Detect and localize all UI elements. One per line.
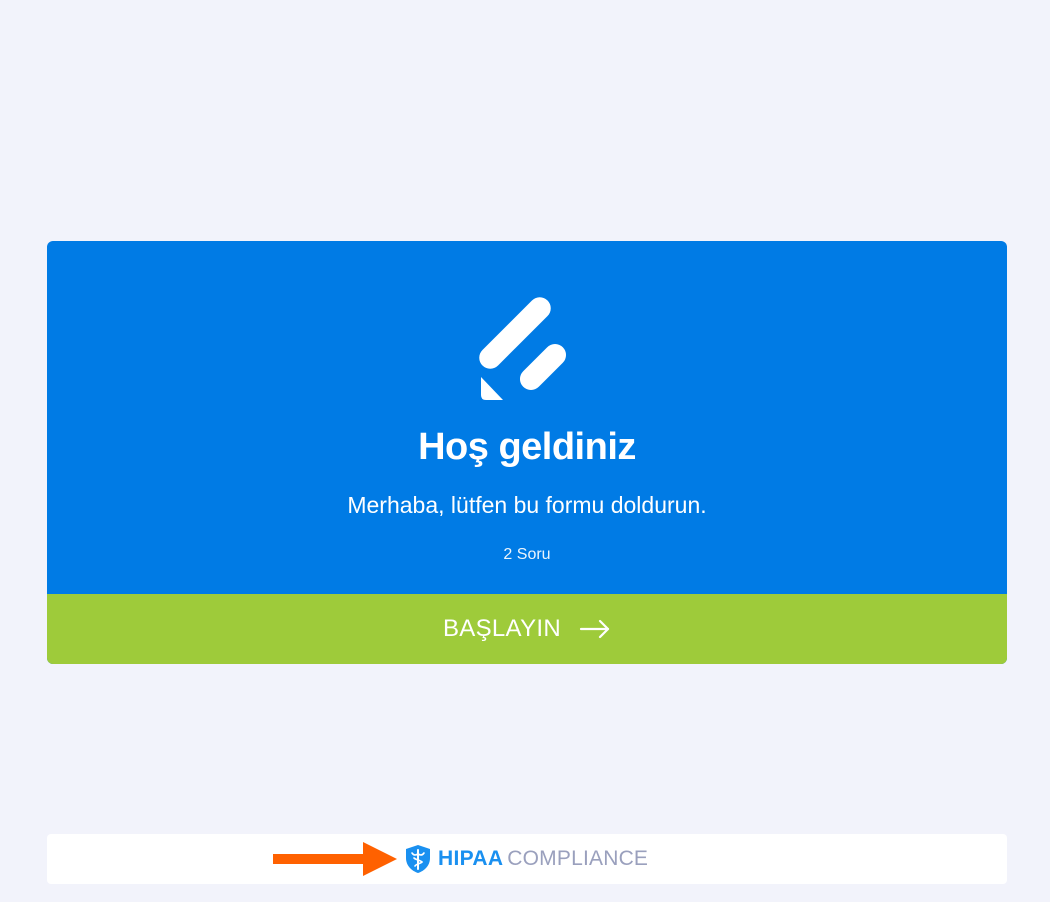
orange-arrow-icon [273,842,397,876]
jotform-logo-icon [479,297,567,400]
welcome-title: Hoş geldiniz [418,426,636,468]
shield-caduceus-icon [406,845,430,873]
welcome-subtitle: Merhaba, lütfen bu formu doldurun. [347,492,707,518]
welcome-card-body: Hoş geldiniz Merhaba, lütfen bu formu do… [47,241,1007,594]
page: Hoş geldiniz Merhaba, lütfen bu formu do… [0,0,1050,902]
start-button-label: BAŞLAYIN [442,615,561,642]
welcome-card: Hoş geldiniz Merhaba, lütfen bu formu do… [47,241,1007,664]
hipaa-light-text: COMPLIANCE [507,847,649,870]
hipaa-strong-text: HIPAA [438,847,504,870]
hipaa-compliance-badge[interactable]: HIPAA COMPLIANCE [404,844,648,874]
hipaa-label: HIPAA COMPLIANCE [438,844,648,874]
arrow-right-icon [579,619,610,639]
hipaa-footer: HIPAA COMPLIANCE [47,834,1007,884]
start-button[interactable]: BAŞLAYIN [47,594,1007,664]
question-count: 2 Soru [503,546,551,563]
